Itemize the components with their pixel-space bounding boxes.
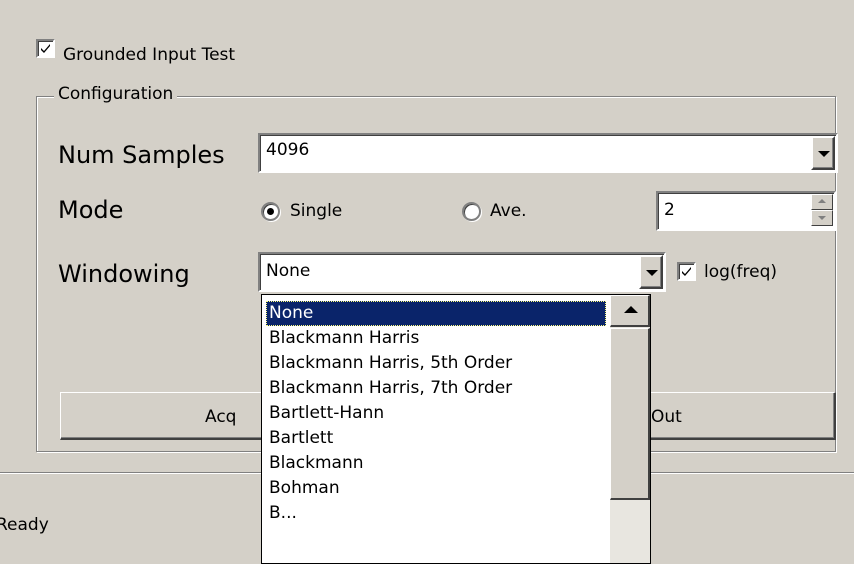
configuration-legend: Configuration [54,84,178,104]
out-button-label: Out [651,407,682,427]
scroll-up-button[interactable] [610,295,650,327]
status-text: Ready [0,515,49,535]
averages-spinbox[interactable]: 2 [656,191,836,231]
grounded-input-test-checkbox[interactable] [36,39,55,58]
arrow-down-icon [818,216,826,220]
windowing-option[interactable]: Blackmann Harris, 7th Order [266,376,515,401]
mode-single-radio[interactable] [261,202,280,221]
num-samples-combobox[interactable]: 4096 [258,133,838,173]
log-freq-checkbox[interactable] [677,262,696,281]
windowing-combobox[interactable]: None [258,252,666,292]
windowing-option[interactable]: B... [266,501,300,526]
windowing-value: None [266,261,311,281]
mode-ave-label: Ave. [490,201,527,221]
mode-ave-radio[interactable] [462,202,481,221]
num-samples-label: Num Samples [58,141,225,169]
windowing-option[interactable]: Blackmann [266,451,367,476]
windowing-dropdown-list[interactable]: None Blackmann Harris Blackmann Harris, … [261,294,651,564]
scroll-thumb[interactable] [610,328,650,500]
arrow-up-icon [818,199,826,203]
chevron-down-icon [646,270,658,276]
log-freq-label: log(freq) [704,262,778,282]
windowing-option[interactable]: Bartlett-Hann [266,401,387,426]
windowing-option[interactable]: Blackmann Harris [266,326,422,351]
checkmark-icon [682,267,691,276]
windowing-option-none[interactable]: None [266,301,606,326]
radio-dot-icon [267,208,274,215]
grounded-input-test-label: Grounded Input Test [63,45,236,65]
arrow-up-icon [624,306,638,313]
num-samples-value: 4096 [266,140,310,160]
averages-value: 2 [664,200,675,220]
mode-single-label: Single [290,201,343,221]
windowing-option[interactable]: Bohman [266,476,343,501]
spin-up-button[interactable] [811,194,833,210]
windowing-label: Windowing [58,260,190,288]
chevron-down-icon [818,151,830,157]
num-samples-dropdown-button[interactable] [811,136,835,170]
windowing-option[interactable]: Bartlett [266,426,336,451]
windowing-option[interactable]: Blackmann Harris, 5th Order [266,351,515,376]
spin-down-button[interactable] [811,210,833,226]
windowing-dropdown-button[interactable] [639,255,663,289]
mode-label: Mode [58,196,124,224]
dropdown-scrollbar[interactable] [610,295,650,563]
acquire-button-label: Acq [205,407,237,427]
checkmark-icon [41,44,50,53]
